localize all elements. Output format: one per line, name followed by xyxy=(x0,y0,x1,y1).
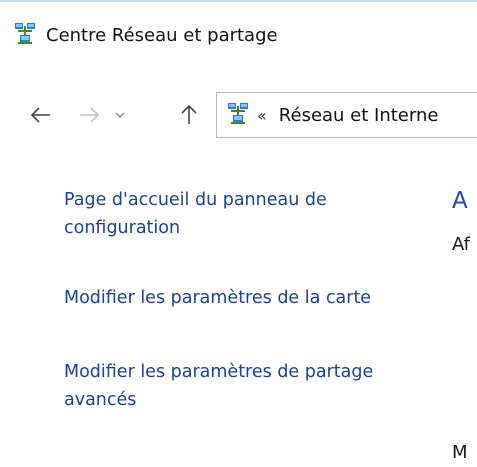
back-button[interactable] xyxy=(26,100,56,130)
network-icon xyxy=(14,22,36,48)
breadcrumb-item[interactable]: Réseau et Interne xyxy=(279,105,439,126)
network-icon xyxy=(227,102,249,128)
sidebar-link-advanced-sharing-settings[interactable]: Modifier les paramètres de partage avanc… xyxy=(64,358,384,414)
window-top-border xyxy=(0,0,477,2)
arrow-right-icon xyxy=(80,107,100,123)
window-titlebar: Centre Réseau et partage xyxy=(14,20,278,50)
chevron-down-icon xyxy=(115,112,125,119)
address-bar[interactable]: « Réseau et Interne xyxy=(216,92,477,138)
main-text: M xyxy=(452,442,468,463)
recent-locations-button[interactable] xyxy=(110,100,130,130)
sidebar-link-control-panel-home[interactable]: Page d'accueil du panneau de configurati… xyxy=(64,186,394,242)
arrow-up-icon xyxy=(181,104,197,124)
sidebar-link-change-adapter-settings[interactable]: Modifier les paramètres de la carte xyxy=(64,284,384,312)
up-button[interactable] xyxy=(176,100,202,130)
main-text: Af xyxy=(452,234,471,255)
forward-button[interactable] xyxy=(74,100,104,130)
main-heading: A xyxy=(452,188,468,214)
navigation-bar: « Réseau et Interne xyxy=(0,92,477,140)
arrow-left-icon xyxy=(30,107,50,123)
breadcrumb-overflow-button[interactable]: « xyxy=(257,106,267,125)
window-title: Centre Réseau et partage xyxy=(46,24,278,46)
